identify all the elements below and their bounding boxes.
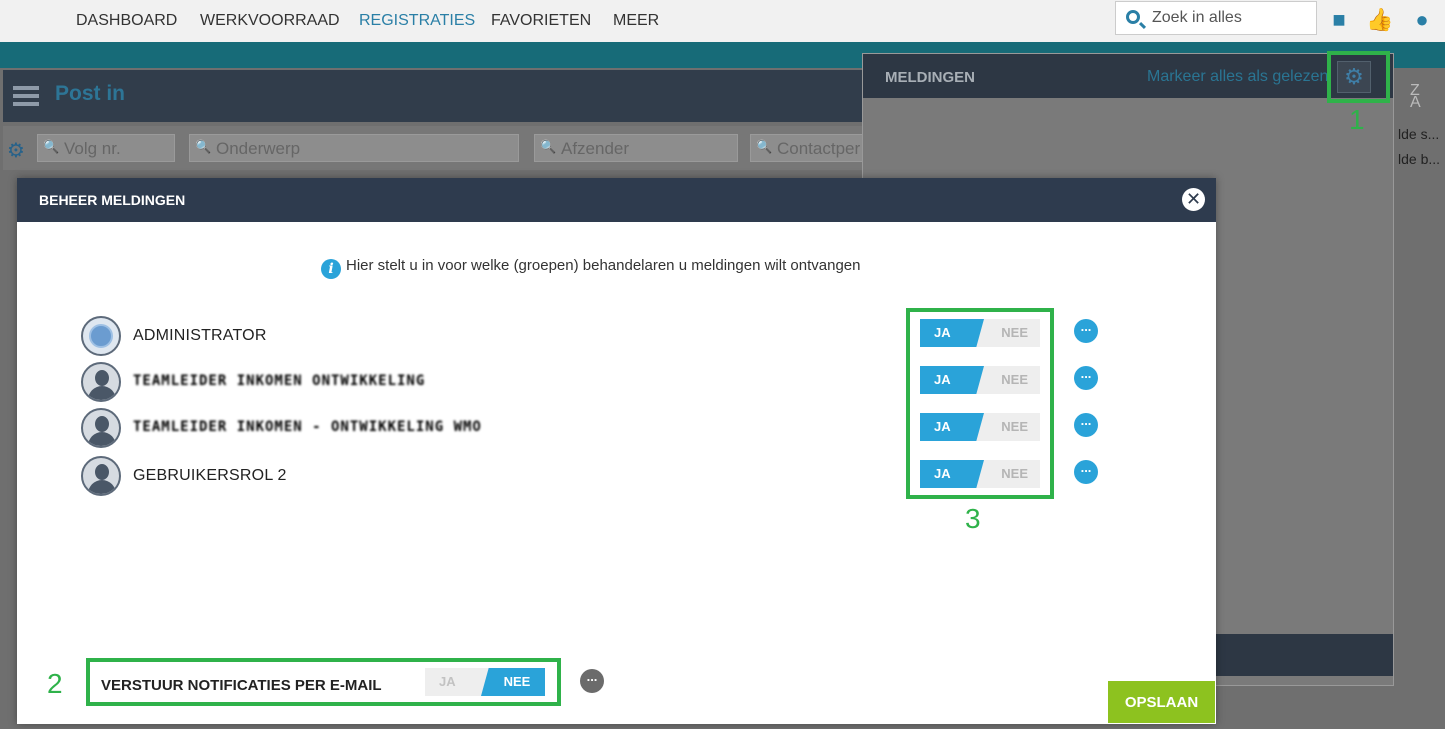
global-search[interactable] <box>1115 1 1317 35</box>
notifications-header: MELDINGEN Markeer alles als gelezen ⚙ <box>863 54 1393 98</box>
top-navigation: DASHBOARD WERKVOORRAAD REGISTRATIES FAVO… <box>0 0 1445 42</box>
callout-box-2 <box>86 658 561 706</box>
nav-meer[interactable]: MEER <box>613 12 659 30</box>
globe-icon <box>89 324 113 348</box>
notifications-footer[interactable]: N <box>1188 634 1393 676</box>
post-in-header: Post in <box>3 70 863 122</box>
recipient-name: TEAMLEIDER INKOMEN - ONTWIKKELING WMO <box>133 419 482 435</box>
chat-icon[interactable]: ■ <box>1325 6 1353 34</box>
filter-bar: ⚙ Volg nr. Onderwerp Afzender Contactper <box>3 126 863 170</box>
avatar <box>81 456 121 496</box>
close-button[interactable]: ✕ <box>1182 188 1205 211</box>
filter-contactpersoon[interactable]: Contactper <box>750 134 863 162</box>
close-icon: ✕ <box>1185 189 1202 209</box>
callout-box-3 <box>906 308 1054 499</box>
callout-number-1: 1 <box>1349 104 1365 135</box>
avatar <box>81 408 121 448</box>
filter-afzender[interactable]: Afzender <box>534 134 738 162</box>
dialog-header: BEHEER MELDINGEN ✕ <box>17 178 1216 222</box>
nav-registraties[interactable]: REGISTRATIES <box>359 12 475 30</box>
nav-dashboard[interactable]: DASHBOARD <box>76 12 177 30</box>
filter-onderwerp[interactable]: Onderwerp <box>189 134 519 162</box>
recipient-name: TEAMLEIDER INKOMEN ONTWIKKELING <box>133 373 426 389</box>
mark-all-read-link[interactable]: Markeer alles als gelezen <box>1147 68 1328 86</box>
list-item: lde s... <box>1398 126 1440 142</box>
search-icon <box>1126 10 1140 24</box>
callout-box-1 <box>1327 51 1390 103</box>
thumbs-up-icon[interactable]: 👍 <box>1366 6 1394 34</box>
notifications-title: MELDINGEN <box>885 69 975 86</box>
avatar <box>81 362 121 402</box>
recipient-name: GEBRUIKERSROL 2 <box>133 467 287 484</box>
callout-number-3: 3 <box>965 503 981 534</box>
info-text: Hier stelt u in voor welke (groepen) beh… <box>346 257 861 274</box>
filter-volgnr[interactable]: Volg nr. <box>37 134 175 162</box>
callout-number-2: 2 <box>47 668 63 699</box>
avatar <box>81 316 121 356</box>
info-message: i Hier stelt u in voor welke (groepen) be… <box>321 257 860 279</box>
list-item: lde b... <box>1398 151 1441 167</box>
page-title: Post in <box>55 82 126 105</box>
more-options-button[interactable]: ... <box>1074 413 1098 437</box>
gear-icon[interactable]: ⚙ <box>7 138 25 163</box>
sort-icon[interactable]: ZA <box>1410 83 1421 111</box>
more-options-button[interactable]: ... <box>1074 319 1098 343</box>
menu-icon[interactable] <box>13 86 39 106</box>
info-icon: i <box>321 259 341 279</box>
dialog-title: BEHEER MELDINGEN <box>39 192 186 208</box>
more-options-button[interactable]: ... <box>580 669 604 693</box>
nav-werkvoorraad[interactable]: WERKVOORRAAD <box>200 12 340 30</box>
save-button[interactable]: OPSLAAN <box>1108 681 1215 723</box>
more-options-button[interactable]: ... <box>1074 366 1098 390</box>
more-options-button[interactable]: ... <box>1074 460 1098 484</box>
user-icon[interactable]: ● <box>1408 6 1436 34</box>
recipient-name: ADMINISTRATOR <box>133 327 267 344</box>
global-search-input[interactable] <box>1152 7 1312 29</box>
nav-favorieten[interactable]: FAVORIETEN <box>491 12 591 30</box>
